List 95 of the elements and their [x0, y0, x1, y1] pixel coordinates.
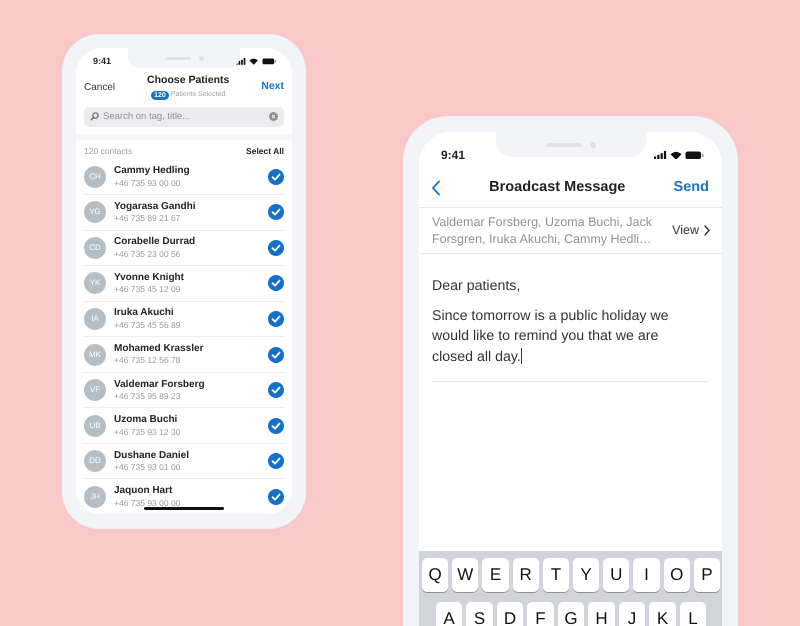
keyboard-key[interactable]: D	[496, 602, 524, 626]
view-button[interactable]: View	[672, 221, 710, 240]
contact-name: Iruka Akuchi	[114, 307, 175, 320]
screen-title: Choose Patients	[147, 73, 230, 88]
contact-name: Jaquon Hart	[114, 485, 174, 498]
contact-row[interactable]: UB Uzoma Buchi +46 735 93 12 30	[84, 408, 284, 444]
select-all-button[interactable]: Select All	[246, 144, 284, 158]
checkbox[interactable]	[268, 418, 284, 434]
contact-row[interactable]: IA Iruka Akuchi +46 735 45 56 89	[84, 302, 284, 338]
contact-name: Mohamed Krassler	[114, 342, 204, 356]
keyboard-key[interactable]: K	[649, 602, 676, 626]
wifi-icon	[249, 58, 259, 66]
keyboard-key[interactable]: U	[603, 558, 630, 592]
checkbox[interactable]	[268, 382, 284, 398]
avatar: JH	[84, 486, 106, 508]
recipients-list: Valdemar Forsberg, Uzoma Buchi, Jack Forsgren, Iruka Akuchi, Cammy Hedli…	[432, 214, 657, 248]
contact-phone: +46 735 45 12 09	[114, 284, 182, 296]
battery-icon	[685, 150, 704, 160]
keyboard-key[interactable]: H	[588, 602, 615, 626]
avatar: VF	[84, 379, 106, 402]
keyboard-key[interactable]: O	[664, 558, 690, 592]
contacts-count: 120 contacts	[84, 144, 132, 158]
keyboard-key[interactable]: S	[466, 602, 493, 626]
contact-row[interactable]: VF Valdemar Forsberg +46 735 95 89 23	[84, 372, 284, 408]
contact-name: Corabelle Durrad	[114, 236, 196, 249]
keyboard-key[interactable]: G	[558, 602, 584, 626]
contact-name: Yvonne Knight	[114, 272, 185, 284]
signal-icon	[236, 58, 246, 66]
status-time: 9:41	[441, 147, 466, 164]
back-button[interactable]	[431, 180, 441, 196]
wifi-icon	[670, 150, 682, 160]
checkbox[interactable]	[268, 488, 284, 505]
keyboard-key[interactable]: I	[633, 558, 660, 592]
avatar: YG	[84, 201, 106, 224]
status-time: 9:41	[93, 54, 112, 68]
checkbox[interactable]	[268, 275, 284, 292]
next-button[interactable]: Next	[261, 79, 284, 95]
send-button[interactable]: Send	[674, 176, 709, 198]
keyboard-key[interactable]: Y	[573, 558, 600, 592]
cancel-button[interactable]: Cancel	[84, 80, 116, 95]
contact-phone: +46 735 45 56 89	[114, 320, 182, 331]
avatar: MK	[84, 344, 106, 366]
avatar: IA	[84, 308, 106, 330]
contact-phone: +46 735 23 00 56	[114, 248, 182, 260]
checkbox[interactable]	[268, 453, 284, 470]
avatar: DD	[84, 450, 106, 472]
contact-name: Dushane Daniel	[114, 450, 190, 462]
keyboard-key[interactable]: E	[482, 558, 509, 592]
checkbox[interactable]	[268, 168, 284, 185]
keyboard-key[interactable]: Q	[422, 558, 448, 592]
signal-icon	[654, 150, 668, 160]
contact-name: Valdemar Forsberg	[114, 378, 206, 392]
avatar: UB	[84, 414, 106, 437]
avatar: CH	[84, 166, 106, 188]
contact-row[interactable]: MK Mohamed Krassler +46 735 12 56 78	[84, 337, 284, 373]
search-bar[interactable]: Search on tag, title...	[84, 106, 284, 128]
contact-row[interactable]: YG Yogarasa Gandhi +46 735 89 21 67	[84, 195, 284, 231]
keyboard-key[interactable]: W	[452, 558, 478, 592]
contact-name: Yogarasa Gandhi	[114, 200, 197, 214]
avatar: CD	[84, 236, 106, 259]
keyboard-key[interactable]: F	[527, 602, 554, 626]
keyboard-key[interactable]: P	[694, 558, 720, 592]
contact-phone: +46 735 93 00 00	[114, 178, 182, 188]
checkbox[interactable]	[268, 240, 284, 256]
contact-row[interactable]: CH Cammy Hedling +46 735 93 00 00	[84, 160, 284, 196]
contact-phone: +46 735 12 56 78	[114, 355, 182, 366]
contact-row[interactable]: YK Yvonne Knight +46 735 45 12 09	[84, 266, 284, 302]
contact-name: Uzoma Buchi	[114, 414, 178, 427]
message-field[interactable]: Dear patients, Since tomorrow is a public holiday we would like to remind you that we are closed all day.	[432, 276, 709, 382]
keyboard-key[interactable]: T	[542, 558, 569, 592]
keyboard-key[interactable]: A	[436, 602, 462, 626]
search-icon	[90, 112, 99, 122]
contact-phone: +46 735 93 00 00	[114, 498, 182, 508]
contact-phone: +46 735 95 89 23	[114, 391, 182, 402]
search-input[interactable]: Search on tag, title...	[103, 110, 265, 124]
avatar: YK	[84, 272, 106, 294]
keyboard-key[interactable]: R	[512, 558, 539, 592]
contact-phone: +46 735 89 21 67	[114, 213, 182, 224]
contact-name: Cammy Hedling	[114, 165, 191, 178]
contact-row[interactable]: DD Dushane Daniel +46 735 93 01 00	[84, 444, 284, 480]
back-icon	[431, 180, 441, 196]
keyboard-key[interactable]: J	[618, 602, 646, 626]
checkbox[interactable]	[268, 311, 284, 328]
message-body: Since tomorrow is a public holiday we would like to remind you that we are closed all day.	[432, 308, 669, 365]
screen-title: Broadcast Message	[489, 178, 626, 197]
checkbox[interactable]	[268, 204, 284, 220]
clear-icon	[269, 112, 278, 122]
contact-row[interactable]: CD Corabelle Durrad +46 735 23 00 56	[84, 230, 284, 266]
contact-phone: +46 735 93 01 00	[114, 462, 182, 473]
keyboard-key[interactable]: L	[680, 602, 706, 626]
message-greeting: Dear patients,	[432, 277, 522, 296]
chevron-icon	[704, 225, 710, 236]
battery-icon	[262, 58, 276, 66]
checkbox[interactable]	[268, 346, 284, 363]
contact-phone: +46 735 93 12 30	[114, 426, 182, 438]
